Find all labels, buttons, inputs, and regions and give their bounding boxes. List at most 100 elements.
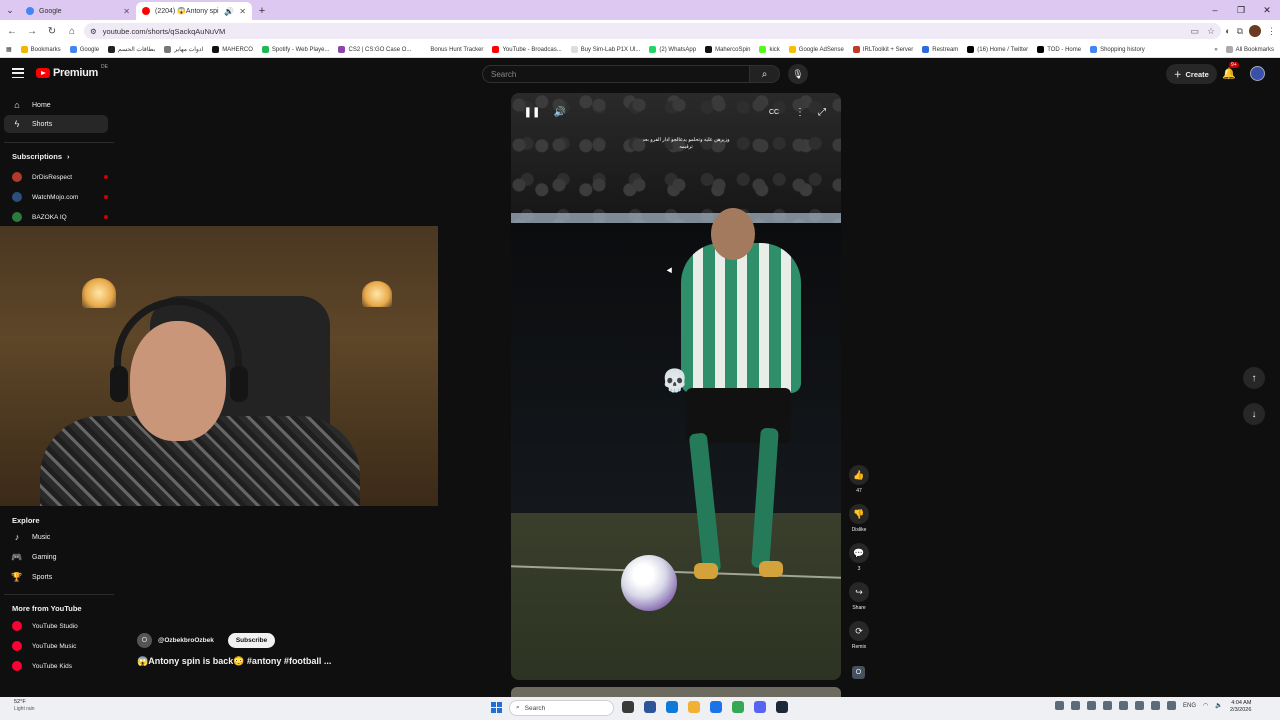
- apps-grid-icon[interactable]: ▦: [6, 46, 12, 53]
- sidebar-subscription-drdisrespect[interactable]: DrDisRespect: [12, 170, 108, 184]
- home-icon[interactable]: ⌂: [64, 23, 80, 39]
- sidebar-subscription-watchmojo[interactable]: WatchMojo.com: [12, 190, 108, 204]
- extension-icon[interactable]: ◐: [1225, 26, 1230, 36]
- short-title[interactable]: 😱Antony spin is back😳 #antony #football …: [137, 656, 331, 667]
- cast-icon[interactable]: ▭: [1191, 26, 1200, 37]
- windows-start-icon[interactable]: [491, 702, 502, 713]
- close-tab-icon[interactable]: ✕: [123, 7, 130, 16]
- bookmark-star-icon[interactable]: ☆: [1207, 26, 1215, 37]
- taskbar-clock[interactable]: 4:04 AM 2/3/2026: [1230, 700, 1251, 714]
- bookmark-item[interactable]: CS2 | CS:GO Case O...: [338, 46, 411, 53]
- task-view-icon[interactable]: [622, 701, 634, 713]
- sound-thumbnail[interactable]: O: [852, 666, 865, 679]
- thumbs-down-icon[interactable]: 👎: [849, 504, 869, 524]
- wifi-icon[interactable]: ◠: [1203, 702, 1208, 709]
- profile-avatar[interactable]: [1249, 25, 1261, 37]
- bookmark-item[interactable]: Shopping history: [1090, 46, 1145, 53]
- account-avatar[interactable]: [1250, 66, 1265, 81]
- sidebar-subscription-bazoka-iq[interactable]: BAZOKA IQ: [12, 210, 108, 224]
- sidebar-item-home[interactable]: ⌂ Home: [4, 96, 108, 114]
- close-tab-icon[interactable]: ✕: [239, 7, 246, 16]
- edge-icon[interactable]: [666, 701, 678, 713]
- menu-dots-icon[interactable]: ⋮: [1267, 26, 1276, 37]
- mute-tab-icon[interactable]: 🔊: [224, 7, 234, 16]
- tray-icon[interactable]: [1071, 701, 1080, 710]
- voice-search-button[interactable]: 🎙: [788, 64, 808, 84]
- volume-icon[interactable]: 🔊: [553, 105, 567, 119]
- channel-name[interactable]: @OzbekbroOzbek: [158, 637, 214, 644]
- bookmark-item[interactable]: Google AdSense: [788, 46, 844, 53]
- bookmark-item[interactable]: ادوات مهاير: [164, 46, 203, 53]
- remix-icon[interactable]: ⟳: [849, 621, 869, 641]
- bookmark-item[interactable]: Spotify - Web Playe...: [261, 46, 329, 53]
- bookmark-item[interactable]: Restream: [922, 46, 958, 53]
- tray-icon[interactable]: [1151, 701, 1160, 710]
- remix-action[interactable]: ⟳ Remix: [848, 621, 870, 650]
- next-short-preview[interactable]: [511, 687, 841, 697]
- share-action[interactable]: ↪ Share: [848, 582, 870, 611]
- more-options-icon[interactable]: ⋮: [793, 105, 807, 119]
- weather-widget[interactable]: 52°F Light rain: [14, 699, 35, 712]
- dislike-action[interactable]: 👎 Dislike: [848, 504, 870, 533]
- search-button[interactable]: ⌕: [750, 65, 780, 83]
- minimize-button[interactable]: –: [1202, 0, 1228, 20]
- create-button[interactable]: ＋ Create: [1166, 64, 1217, 84]
- more-bookmarks-icon[interactable]: »: [1214, 47, 1217, 53]
- bookmark-item[interactable]: TOD - Home: [1037, 46, 1081, 53]
- url-bar[interactable]: ⚙ youtube.com/shorts/qSackqAuNuVM ▭ ☆: [84, 23, 1222, 39]
- menu-hamburger-icon[interactable]: [12, 68, 24, 78]
- subscribe-button[interactable]: Subscribe: [227, 633, 276, 648]
- bookmark-item[interactable]: Google: [69, 46, 99, 53]
- like-action[interactable]: 👍 47: [848, 465, 870, 494]
- speaker-icon[interactable]: 🔈: [1215, 702, 1222, 709]
- bookmark-item[interactable]: Buy Sim-Lab P1X Ul...: [570, 46, 640, 53]
- chrome-icon[interactable]: [732, 701, 744, 713]
- search-input[interactable]: Search: [482, 65, 750, 83]
- sidebar-item-youtube-studio[interactable]: YouTube Studio: [12, 619, 108, 633]
- bookmark-item[interactable]: بطاقات الحسم: [108, 46, 155, 53]
- previous-short-button[interactable]: ↑: [1243, 367, 1265, 389]
- bookmark-item[interactable]: YouTube - Broadcas...: [492, 46, 562, 53]
- tray-icon[interactable]: [1135, 701, 1144, 710]
- bookmark-item[interactable]: Bonus Hunt Tracker: [420, 46, 483, 53]
- notifications-button[interactable]: 🔔 9+: [1222, 62, 1239, 80]
- sidebar-item-youtube-kids[interactable]: YouTube Kids: [12, 659, 108, 673]
- sidebar-item-sports[interactable]: 🏆 Sports: [4, 568, 108, 586]
- all-bookmarks[interactable]: All Bookmarks: [1225, 46, 1274, 53]
- fullscreen-icon[interactable]: ⤢: [815, 105, 829, 119]
- tray-icon[interactable]: [1119, 701, 1128, 710]
- sidebar-item-music[interactable]: ♪ Music: [4, 528, 108, 546]
- channel-avatar[interactable]: O: [137, 633, 152, 648]
- thumbs-up-icon[interactable]: 👍: [849, 465, 869, 485]
- tray-icon[interactable]: [1167, 701, 1176, 710]
- bookmark-item[interactable]: kick: [759, 46, 780, 53]
- comment-icon[interactable]: 💬: [849, 543, 869, 563]
- tab-google[interactable]: Google ✕: [20, 2, 136, 20]
- app-icon[interactable]: [644, 701, 656, 713]
- next-short-button[interactable]: ↓: [1243, 403, 1265, 425]
- tab-search-icon[interactable]: ⌄: [0, 0, 20, 20]
- bookmark-item[interactable]: (2) WhatsApp: [649, 46, 696, 53]
- captions-icon[interactable]: CC: [767, 105, 781, 119]
- bookmark-item[interactable]: (16) Home / Twitter: [967, 46, 1028, 53]
- back-icon[interactable]: ←: [4, 23, 20, 39]
- bookmark-item[interactable]: MAHERCO: [212, 46, 253, 53]
- comments-action[interactable]: 💬 3: [848, 543, 870, 572]
- close-window-button[interactable]: ✕: [1254, 0, 1280, 20]
- file-explorer-icon[interactable]: [688, 701, 700, 713]
- pause-icon[interactable]: ❚❚: [524, 105, 541, 119]
- sidebar-item-shorts[interactable]: ϟ Shorts: [4, 115, 108, 133]
- reload-icon[interactable]: ↻: [44, 23, 60, 39]
- share-icon[interactable]: ↪: [849, 582, 869, 602]
- steam-icon[interactable]: [776, 701, 788, 713]
- youtube-premium-logo[interactable]: Premium DE: [36, 64, 108, 79]
- tab-youtube-short[interactable]: (2204) 😱Antony spin is b... 🔊 ✕: [136, 2, 252, 20]
- maximize-button[interactable]: ❐: [1228, 0, 1254, 20]
- tray-icon[interactable]: [1055, 701, 1064, 710]
- tray-icon[interactable]: [1087, 701, 1096, 710]
- bookmark-item[interactable]: IRLToolkit + Server: [852, 46, 913, 53]
- discord-icon[interactable]: [754, 701, 766, 713]
- sidebar-item-gaming[interactable]: 🎮 Gaming: [4, 548, 108, 566]
- bookmark-item[interactable]: Bookmarks: [20, 46, 61, 53]
- extensions-puzzle-icon[interactable]: ⧉: [1237, 26, 1243, 37]
